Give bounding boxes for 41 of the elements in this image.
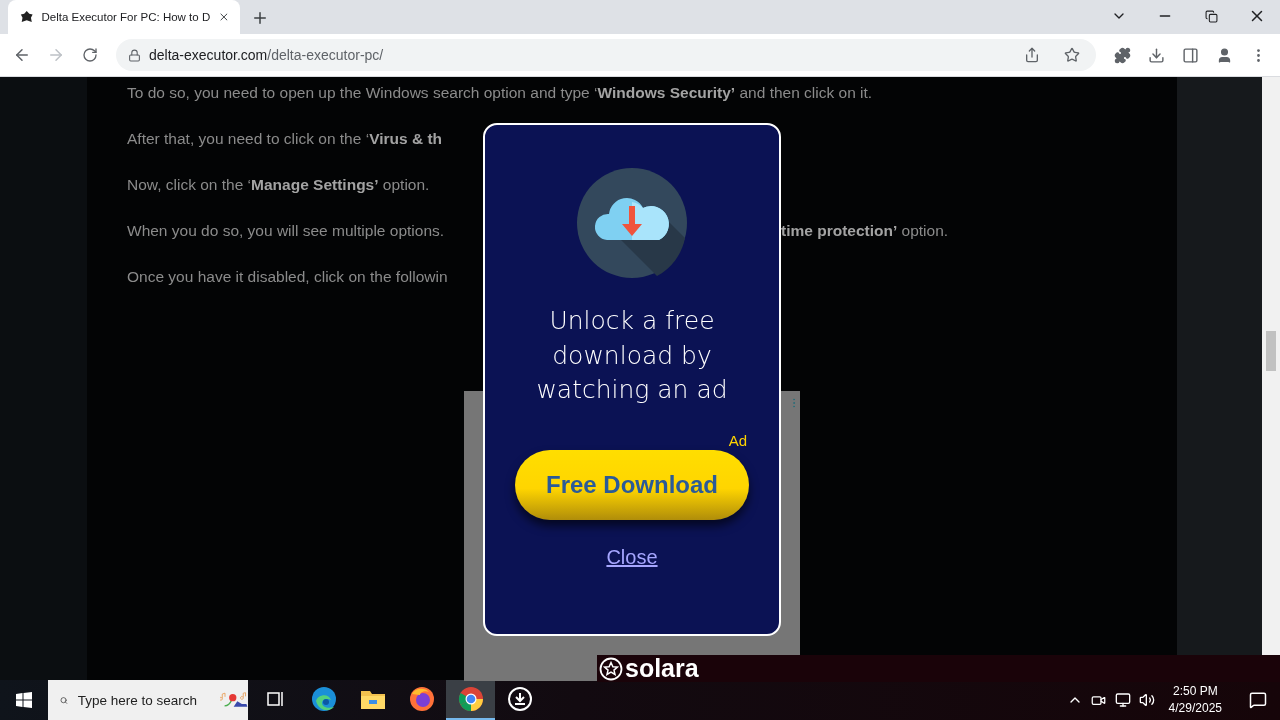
plus-icon[interactable] [251,9,269,27]
free-download-button[interactable]: Free Download [515,449,749,520]
article-text: To do so, you need to open up the Windows search option and type ‘Windows Security’ and then click on it. [127,83,874,103]
tab-title: Delta Executor For PC: How to D [41,11,211,23]
ad-label: Ad [728,431,747,450]
star-badge-icon [599,656,623,681]
scrollbar[interactable] [1262,77,1280,656]
clock[interactable]: 2:50 PM 4/29/2025 [1168,683,1222,717]
taskbar-app-button[interactable] [446,680,495,720]
browser-tab[interactable]: Delta Executor For PC: How to D [8,0,240,34]
close-link[interactable]: Close [606,545,658,569]
app-name: solara [625,655,699,682]
article-text: After that, you need to click on the ‘Virus & th [127,129,444,149]
restore-icon[interactable] [1204,9,1218,23]
lock-icon [128,48,141,62]
notifications-icon[interactable] [1249,691,1267,709]
windows-logo-icon [16,692,32,708]
url-text: delta-executor.com/delta-executor-pc/ [149,47,384,63]
folder-icon [359,688,386,710]
volume-icon[interactable] [1138,692,1155,708]
firefox-icon [408,686,435,712]
cloud-download-icon [577,168,687,278]
article-text: Now, click on the ‘Manage Settings’ option. [127,175,431,195]
download-circle-icon [506,686,533,712]
ad-title: download by [552,339,712,372]
site-favicon [20,9,34,25]
network-icon[interactable] [1114,692,1131,708]
ad-title: watching an ad [536,374,728,406]
clock-date: 4/29/2025 [1168,700,1222,717]
article-text: Once you have it disabled, click on the followin [127,267,449,287]
task-view-icon [264,689,285,709]
ad-title: Unlock a free [549,305,715,337]
address-bar[interactable]: delta-executor.com/delta-executor-pc/ [116,39,1096,71]
chrome-icon [457,686,484,712]
search-input[interactable]: Type here to search [77,692,210,708]
clock-time: 2:50 PM [1172,683,1218,700]
edge-browser-icon [310,686,337,712]
article-text: time protection’ option. [781,221,950,241]
taskbar-search-bar[interactable]: Type here to search [48,680,248,720]
article-text: When you do so, you will see multiple options. [127,221,446,241]
reload-icon[interactable] [82,47,98,63]
